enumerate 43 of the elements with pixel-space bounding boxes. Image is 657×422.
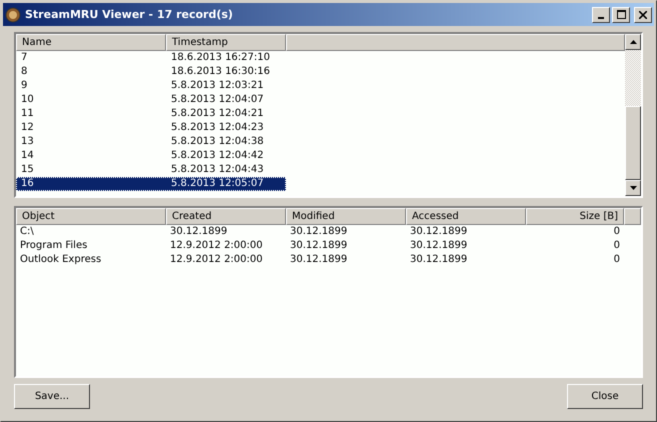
table-cell-text: 0	[612, 253, 621, 267]
column-header[interactable]: Accessed	[406, 208, 526, 225]
table-cell-text: 30.12.1899	[289, 239, 348, 253]
record-row[interactable]: 12 5.8.2013 12:04:23	[16, 121, 625, 135]
table-cell-text: 30.12.1899	[409, 225, 468, 239]
table-cell-text: 30.12.1899	[409, 253, 468, 267]
table-cell-text: 30.12.1899	[289, 225, 348, 239]
record-row[interactable]: 10 5.8.2013 12:04:07	[16, 93, 625, 107]
window-title: StreamMRU Viewer - 17 record(s)	[25, 8, 234, 21]
maximize-button[interactable]	[612, 6, 630, 22]
table-cell-text: C:\	[19, 225, 35, 239]
table-cell-text: Outlook Express	[19, 253, 102, 267]
table-cell-text: 12.9.2012 2:00:00	[169, 239, 264, 253]
close-button[interactable]: Close	[567, 384, 643, 409]
record-row[interactable]: 14 5.8.2013 12:04:42	[16, 149, 625, 163]
close-button[interactable]	[634, 6, 652, 22]
record-row[interactable]: 15 5.8.2013 12:04:43	[16, 163, 625, 177]
column-header[interactable]: Created	[166, 208, 286, 225]
column-header[interactable]: Object	[16, 208, 166, 225]
record-row[interactable]: 13 5.8.2013 12:04:38	[16, 135, 625, 149]
table-cell-text: 30.12.1899	[409, 239, 468, 253]
scroll-bar[interactable]	[625, 34, 641, 196]
table-cell-text: 12.9.2012 2:00:00	[169, 253, 264, 267]
save-button[interactable]: Save...	[14, 384, 90, 409]
close-icon	[639, 10, 647, 18]
table-cell-text: 30.12.1899	[289, 253, 348, 267]
table-cell-text: 0	[612, 239, 621, 253]
table-cell-text: Program Files	[19, 239, 88, 253]
record-row[interactable]: 16 5.8.2013 12:05:07	[16, 177, 286, 191]
minimize-icon	[598, 16, 604, 18]
record-row[interactable]: 8 18.6.2013 16:30:16	[16, 65, 625, 79]
table-cell-text: 30.12.1899	[169, 225, 228, 239]
column-header[interactable]: Timestamp	[166, 34, 286, 51]
record-row[interactable]: 9 5.8.2013 12:03:21	[16, 79, 625, 93]
minimize-button[interactable]	[592, 6, 610, 22]
record-row[interactable]: 7 18.6.2013 16:27:10	[16, 51, 625, 65]
maximize-icon	[616, 10, 626, 19]
record-row[interactable]: 11 5.8.2013 12:04:21	[16, 107, 625, 121]
table-cell-text: 0	[612, 225, 621, 239]
column-header[interactable]: Name	[16, 34, 166, 51]
app-icon	[5, 6, 21, 22]
column-header[interactable]: Modified	[286, 208, 406, 225]
column-header[interactable]: Size [B]	[526, 208, 624, 225]
